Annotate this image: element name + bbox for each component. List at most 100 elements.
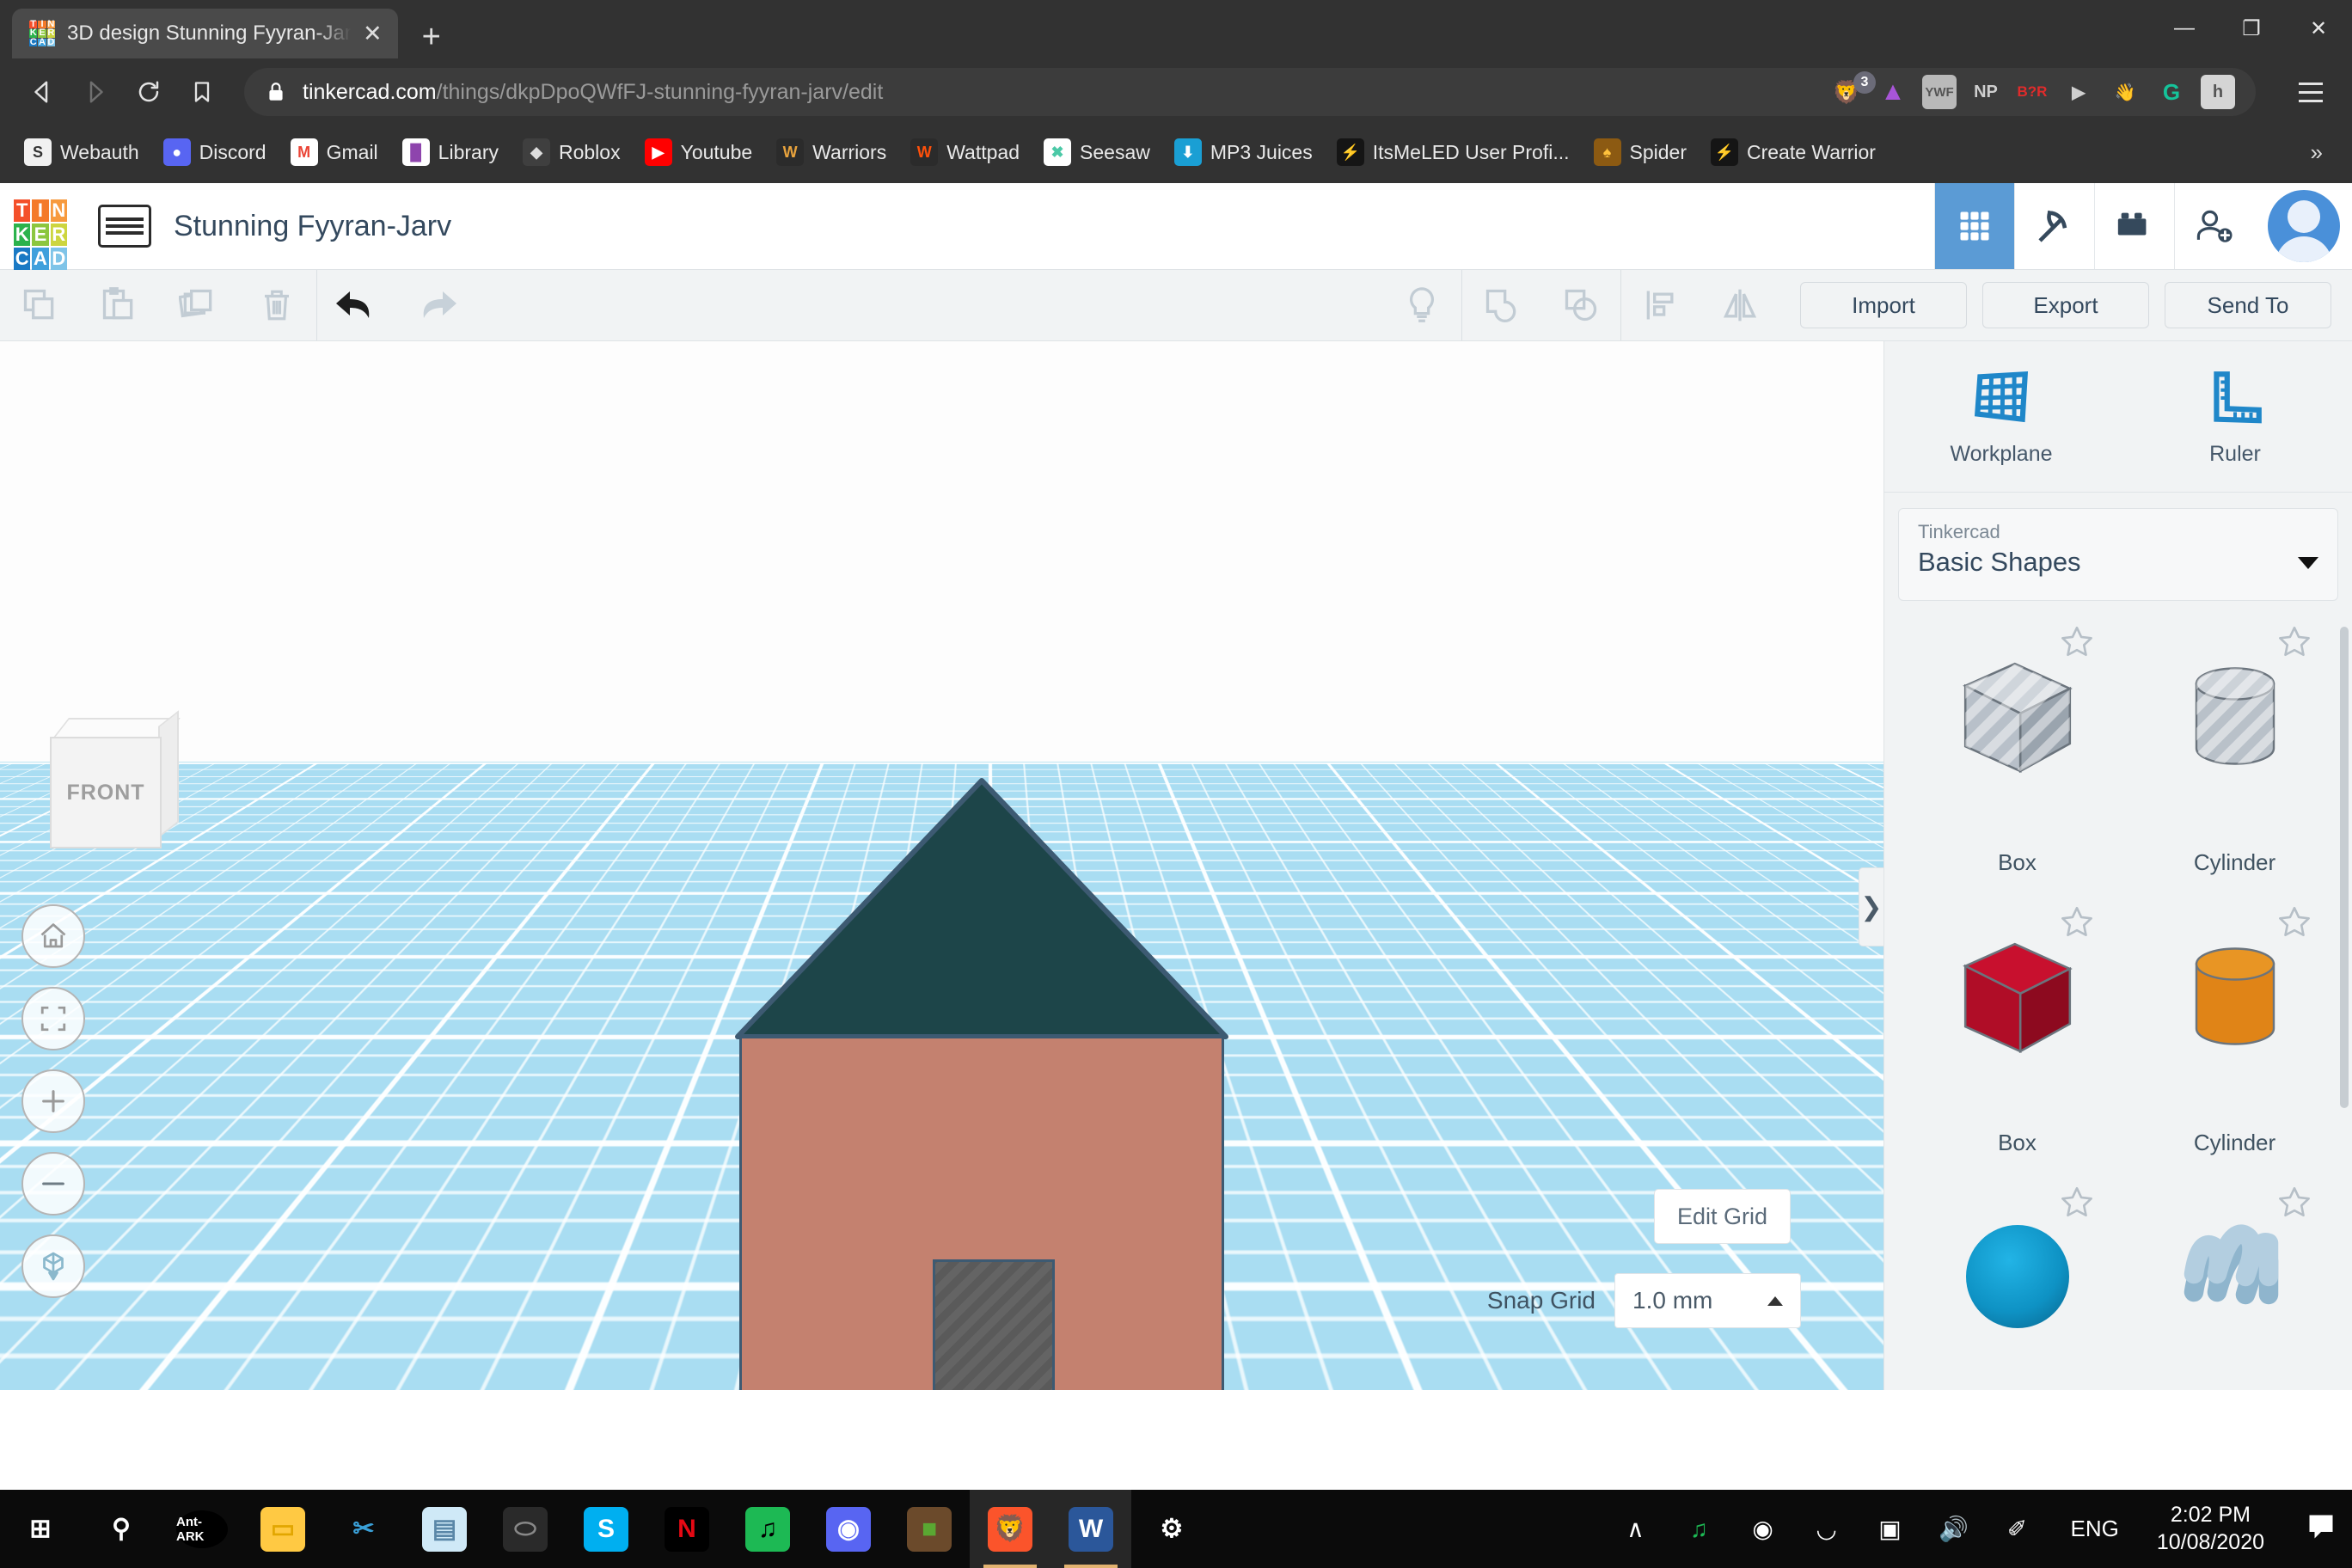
snap-grid-select[interactable]: 1.0 mm <box>1614 1273 1801 1328</box>
door-hole-shape[interactable] <box>933 1259 1055 1390</box>
favorite-star-icon[interactable] <box>2276 903 2312 944</box>
honey-extension[interactable]: h <box>2201 75 2235 109</box>
import-button[interactable]: Import <box>1800 282 1967 328</box>
edit-grid-button[interactable]: Edit Grid <box>1654 1189 1791 1244</box>
shape-item-sphere[interactable]: Sphere <box>1908 1179 2126 1390</box>
lego-brick-icon[interactable] <box>2094 183 2174 269</box>
export-button[interactable]: Export <box>1982 282 2149 328</box>
back-arrow-icon[interactable] <box>19 69 65 115</box>
pen-icon[interactable]: ✐ <box>1999 1515 2037 1543</box>
ruler-tool[interactable]: Ruler <box>2118 341 2352 492</box>
bookmark-webauth[interactable]: S Webauth <box>14 133 150 171</box>
discord-icon[interactable]: ◉ <box>808 1490 889 1568</box>
show-hidden-icons[interactable]: ∧ <box>1617 1515 1655 1543</box>
brave-vpn-icon[interactable]: ▣ <box>1871 1515 1909 1543</box>
bookmark-discord[interactable]: ● Discord <box>153 133 277 171</box>
minimize-button[interactable]: — <box>2151 0 2218 57</box>
wifi-icon[interactable]: ◡ <box>1808 1515 1846 1543</box>
send-to-button[interactable]: Send To <box>2165 282 2331 328</box>
close-window-button[interactable]: ✕ <box>2285 0 2352 57</box>
align-icon[interactable] <box>1621 270 1700 340</box>
volume-icon[interactable]: 🔊 <box>1935 1515 1973 1543</box>
workplane-tool[interactable]: Workplane <box>1884 341 2118 492</box>
project-list-icon[interactable] <box>98 205 151 248</box>
browser-tab[interactable]: TINKERCAD 3D design Stunning Fyyran-Jarv… <box>12 9 398 58</box>
word-icon[interactable]: W <box>1050 1490 1131 1568</box>
wave-extension[interactable]: 👋 <box>2108 75 2142 109</box>
brave-icon[interactable]: 🦁 <box>970 1490 1050 1568</box>
house-model[interactable] <box>732 775 1231 1390</box>
np-extension[interactable]: NP <box>1969 75 2003 109</box>
bookmark-wattpad[interactable]: W Wattpad <box>900 133 1030 171</box>
shape-item-box[interactable]: Box <box>1908 618 2126 898</box>
bookmark-roblox[interactable]: ◆ Roblox <box>512 133 631 171</box>
zoom-in-icon[interactable] <box>21 1069 85 1133</box>
bookmark-gmail[interactable]: M Gmail <box>280 133 389 171</box>
wall-box-shape[interactable] <box>739 1036 1224 1390</box>
cursor-extension[interactable]: ▶ <box>2061 75 2096 109</box>
avatar[interactable] <box>2268 190 2340 262</box>
bookmark-itsmeled-user-profi[interactable]: ⚡ ItsMeLED User Profi... <box>1326 133 1580 171</box>
taskbar-clock[interactable]: 2:02 PM 10/08/2020 <box>2157 1502 2264 1556</box>
bookmark-youtube[interactable]: ▶ Youtube <box>634 133 763 171</box>
bookmark-mp3-juices[interactable]: ⬇ MP3 Juices <box>1164 133 1323 171</box>
lightbulb-icon[interactable] <box>1382 270 1461 340</box>
minecraft-icon[interactable]: ■ <box>889 1490 970 1568</box>
btr-extension[interactable]: B?R <box>2015 75 2049 109</box>
undo-icon[interactable] <box>317 270 396 340</box>
bookmark-icon[interactable] <box>179 69 225 115</box>
mirror-icon[interactable] <box>1700 270 1779 340</box>
ungroup-icon[interactable] <box>1541 270 1620 340</box>
grammarly-extension[interactable]: G <box>2154 75 2189 109</box>
reload-icon[interactable] <box>126 69 172 115</box>
new-tab-button[interactable]: + <box>422 21 441 53</box>
3d-viewport[interactable]: FRONT Edit Grid Snap Grid 1.0 mm ❯ <box>0 341 1883 1390</box>
favorite-star-icon[interactable] <box>2276 623 2312 664</box>
pickaxe-icon[interactable] <box>2014 183 2094 269</box>
shape-library-select[interactable]: Tinkercad Basic Shapes <box>1898 508 2338 601</box>
redo-icon[interactable] <box>396 270 475 340</box>
bookmark-spider[interactable]: ♠ Spider <box>1583 133 1697 171</box>
paste-icon[interactable] <box>79 270 158 340</box>
windows-start-icon[interactable]: ⊞ <box>0 1490 81 1568</box>
bookmark-library[interactable]: █ Library <box>392 133 509 171</box>
snip-sketch-icon[interactable]: ✂ <box>323 1490 404 1568</box>
bookmarks-overflow-icon[interactable]: » <box>2311 139 2338 166</box>
shape-item-box[interactable]: Box <box>1908 898 2126 1179</box>
sticky-notes-icon[interactable]: ▤ <box>404 1490 485 1568</box>
roof-shape[interactable] <box>732 775 1231 1042</box>
delete-icon[interactable] <box>237 270 316 340</box>
ywf-extension[interactable]: YWF <box>1922 75 1957 109</box>
language-indicator[interactable]: ENG <box>2071 1516 2119 1542</box>
netflix-icon[interactable]: N <box>646 1490 727 1568</box>
favorite-star-icon[interactable] <box>2059 1184 2095 1224</box>
tinkercad-logo[interactable]: TINKERCAD <box>14 199 67 253</box>
home-icon[interactable] <box>21 904 85 968</box>
duplicate-icon[interactable] <box>158 270 237 340</box>
discord-tray-icon[interactable]: ◉ <box>1744 1515 1782 1543</box>
shape-item-scribble[interactable]: Scribble <box>2126 1179 2343 1390</box>
bookmark-create-warrior[interactable]: ⚡ Create Warrior <box>1700 133 1886 171</box>
brave-shields[interactable]: 🦁 3 <box>1829 75 1864 109</box>
bookmark-seesaw[interactable]: ✖ Seesaw <box>1033 133 1161 171</box>
settings-icon[interactable]: ⚙ <box>1131 1490 1212 1568</box>
panel-collapse-toggle[interactable]: ❯ <box>1859 867 1883 946</box>
copy-icon[interactable] <box>0 270 79 340</box>
spotify-tray-icon[interactable]: ♫ <box>1681 1516 1718 1543</box>
favorite-star-icon[interactable] <box>2276 1184 2312 1224</box>
address-bar[interactable]: tinkercad.com/things/dkpDpoQWfFJ-stunnin… <box>244 68 2256 116</box>
favorite-star-icon[interactable] <box>2059 623 2095 664</box>
ortho-perspective-icon[interactable] <box>21 1234 85 1298</box>
chevron-down-icon[interactable] <box>2298 557 2318 569</box>
zoom-out-icon[interactable] <box>21 1152 85 1216</box>
fit-view-icon[interactable] <box>21 987 85 1050</box>
bookmark-warriors[interactable]: W Warriors <box>766 133 897 171</box>
shape-item-cylinder[interactable]: Cylinder <box>2126 898 2343 1179</box>
forward-arrow-icon[interactable] <box>72 69 119 115</box>
close-tab-icon[interactable]: ✕ <box>363 22 383 46</box>
view-cube-front-face[interactable]: FRONT <box>50 737 162 848</box>
search-icon[interactable]: ⚲ <box>81 1490 162 1568</box>
maximize-button[interactable]: ❐ <box>2218 0 2285 57</box>
view-cube[interactable]: FRONT <box>50 718 175 847</box>
brave-rewards[interactable]: ▲ <box>1876 75 1910 109</box>
